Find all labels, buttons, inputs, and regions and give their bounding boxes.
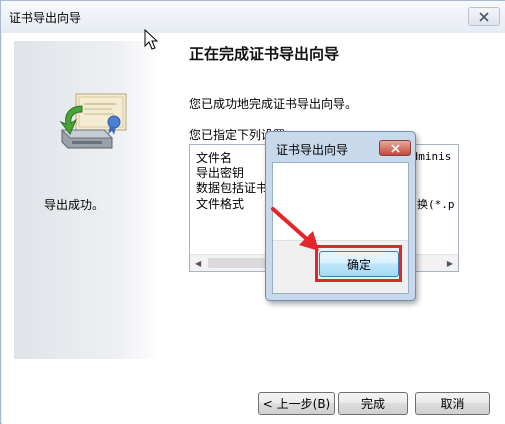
- scroll-left-arrow-icon[interactable]: ◀: [195, 259, 201, 268]
- finish-button[interactable]: 完成: [338, 392, 408, 415]
- footer-divider: [15, 379, 493, 380]
- mouse-cursor-icon: [144, 29, 159, 50]
- wizard-heading: 正在完成证书导出向导: [189, 45, 340, 63]
- wizard-title: 证书导出向导: [9, 11, 82, 25]
- setting-name: 导出密钥: [196, 166, 245, 180]
- setting-name: 文件名: [196, 151, 233, 165]
- setting-value: 换(*.p: [417, 198, 455, 211]
- close-icon: [479, 11, 489, 22]
- setting-name: 数据包括证书: [196, 181, 269, 195]
- dialog-message: 导出成功。: [44, 198, 105, 212]
- scroll-right-arrow-icon[interactable]: ▶: [447, 259, 453, 268]
- settings-row-file-format: 文件格式: [196, 195, 244, 212]
- scrollbar-thumb[interactable]: [208, 258, 268, 268]
- wizard-titlebar[interactable]: 证书导出向导: [1, 1, 505, 33]
- completion-message: 您已成功地完成证书导出向导。: [189, 97, 358, 111]
- certificate-export-icon: [59, 93, 127, 149]
- certificate-export-wizard-window: 证书导出向导 正在完成证书导出向导 您已成功地完成证书导出向导。 您已指定下列设…: [0, 0, 505, 424]
- cancel-button[interactable]: 取消: [415, 392, 490, 415]
- back-button[interactable]: < 上一步(B): [258, 392, 335, 415]
- settings-row-include-certs: 数据包括证书: [196, 179, 268, 196]
- red-arrow-icon: [271, 207, 319, 251]
- close-icon: [390, 143, 400, 153]
- setting-name: 文件格式: [196, 197, 245, 211]
- wizard-close-button[interactable]: [468, 7, 500, 26]
- dialog-close-button[interactable]: [379, 140, 411, 156]
- dialog-title: 证书导出向导: [276, 143, 349, 157]
